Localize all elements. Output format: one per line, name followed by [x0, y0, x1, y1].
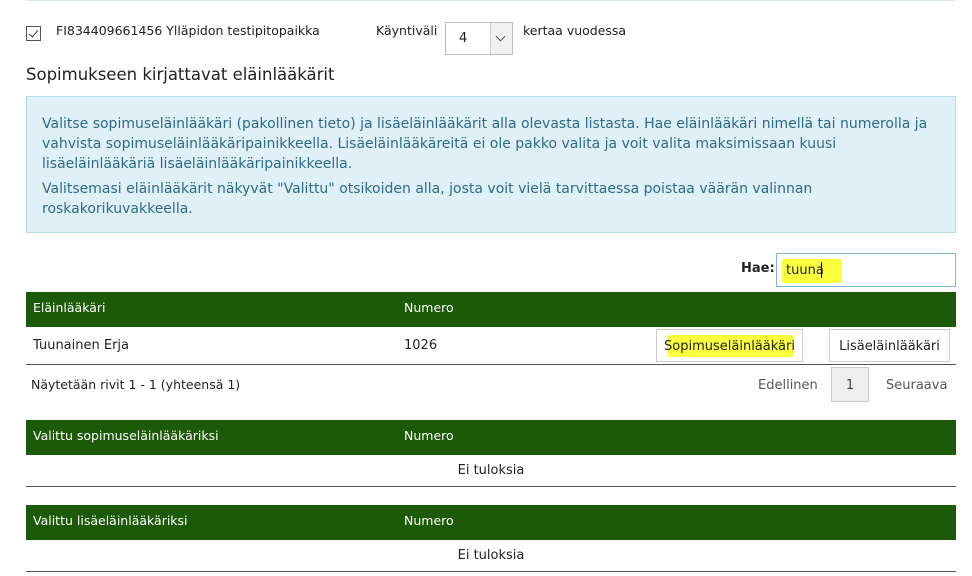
selected-primary-header: Valittu sopimuseläinlääkäriksi Numero	[26, 420, 956, 455]
interval-select-value: 4	[459, 31, 468, 46]
search-input[interactable]: tuuna	[776, 253, 956, 287]
table-row: Tuunainen Erja 1026 Sopimuseläinlääkäri …	[26, 327, 956, 365]
place-checkbox[interactable]	[26, 26, 41, 41]
info-box: Valitse sopimuseläinlääkäri (pakollinen …	[26, 96, 956, 233]
times-per-year-label: kertaa vuodessa	[523, 23, 627, 38]
column-header-number: Numero	[404, 428, 454, 443]
search-label: Hae:	[741, 261, 775, 276]
column-header-number: Numero	[404, 300, 454, 315]
pager-next-button[interactable]: Seuraava	[886, 378, 947, 393]
column-header-selected-additional: Valittu lisäeläinlääkäriksi	[33, 513, 188, 528]
selected-additional-header: Valittu lisäeläinlääkäriksi Numero	[26, 505, 956, 540]
column-header-selected-primary: Valittu sopimuseläinlääkäriksi	[33, 428, 219, 443]
pager-page-button[interactable]: 1	[831, 367, 869, 402]
vet-number-cell: 1026	[404, 338, 438, 353]
place-label: FI834409661456 Ylläpidon testipitopaikka	[56, 23, 320, 38]
select-dropdown-button[interactable]	[490, 23, 512, 54]
selected-additional-empty-row: Ei tuloksia	[26, 540, 956, 572]
select-primary-vet-button[interactable]: Sopimuseläinlääkäri	[656, 329, 803, 362]
results-table-header: Eläinlääkäri Numero	[26, 292, 956, 327]
interval-select[interactable]: 4	[445, 22, 513, 55]
info-paragraph-2: Valitsemasi eläinlääkärit näkyvät "Valit…	[42, 181, 813, 217]
column-header-vet: Eläinlääkäri	[33, 300, 106, 315]
select-additional-vet-label: Lisäeläinlääkäri	[839, 339, 940, 354]
section-title: Sopimukseen kirjattavat eläinlääkärit	[26, 65, 335, 84]
vet-name-cell: Tuunainen Erja	[33, 338, 130, 353]
pager-previous-button[interactable]: Edellinen	[758, 378, 818, 393]
empty-message: Ei tuloksia	[457, 463, 525, 478]
chevron-down-icon	[495, 31, 506, 42]
select-primary-vet-label: Sopimuseläinlääkäri	[664, 339, 795, 354]
select-additional-vet-button[interactable]: Lisäeläinlääkäri	[829, 329, 950, 362]
interval-label: Käyntiväli	[376, 23, 438, 38]
top-divider	[26, 0, 955, 1]
pager-page-number: 1	[845, 378, 855, 393]
text-caret	[821, 262, 822, 278]
search-input-value: tuuna	[786, 263, 824, 278]
info-paragraph-1: Valitse sopimuseläinlääkäri (pakollinen …	[42, 116, 928, 172]
pager-info: Näytetään rivit 1 - 1 (yhteensä 1)	[31, 377, 241, 392]
empty-message: Ei tuloksia	[457, 548, 525, 563]
column-header-number: Numero	[404, 513, 454, 528]
selected-primary-empty-row: Ei tuloksia	[26, 455, 956, 487]
